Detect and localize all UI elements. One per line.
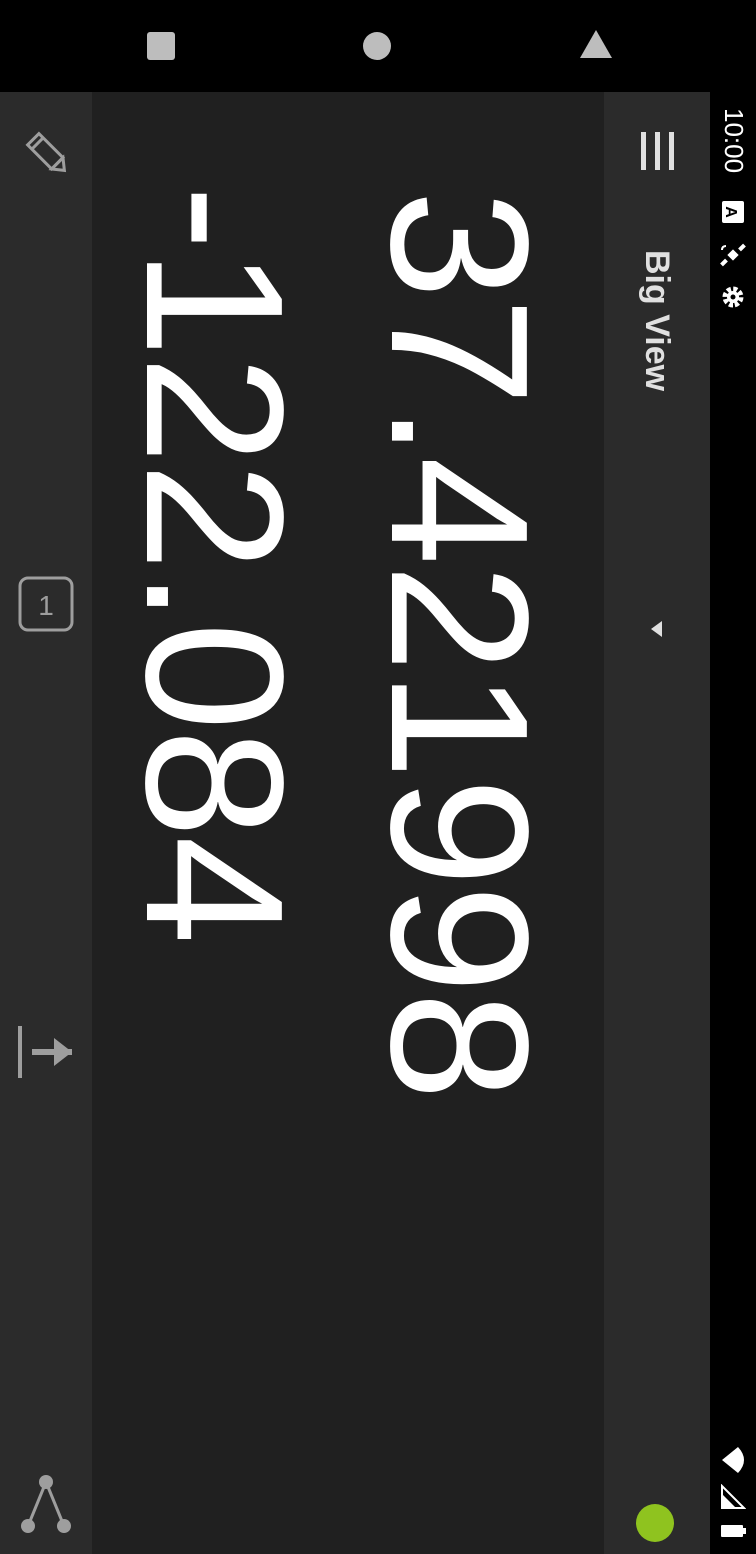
home-icon[interactable] xyxy=(361,30,393,62)
pencil-icon[interactable] xyxy=(16,122,76,182)
navigation-bar xyxy=(0,0,756,92)
go-to-arrow-icon[interactable] xyxy=(16,1022,76,1082)
recents-icon[interactable] xyxy=(145,30,177,62)
big-view-display: 37.421998 -122.084 xyxy=(92,92,604,1554)
status-bar: 10:00 A xyxy=(710,92,756,1554)
wifi-icon xyxy=(722,1447,744,1473)
rotated-canvas: 10:00 A Big View 37.421998 -122.084 1 xyxy=(0,92,756,1554)
status-time: 10:00 xyxy=(719,108,749,174)
battery-icon xyxy=(721,1525,746,1537)
page-title[interactable]: Big View xyxy=(634,250,680,391)
notification-a-icon: A xyxy=(722,201,744,223)
signal-icon xyxy=(721,1484,746,1509)
latitude-value: 37.421998 xyxy=(350,190,569,1099)
share-icon[interactable] xyxy=(16,1474,76,1534)
app-area: 10:00 A Big View 37.421998 -122.084 1 xyxy=(0,92,756,1554)
hamburger-menu-icon[interactable] xyxy=(632,126,682,176)
gps-status-indicator xyxy=(636,1504,674,1542)
settings-gear-icon xyxy=(722,286,744,308)
toolbar: Big View xyxy=(604,92,710,1554)
bottom-action-bar: 1 xyxy=(0,92,92,1554)
svg-text:A: A xyxy=(722,206,739,218)
longitude-value: -122.084 xyxy=(105,185,324,943)
svg-text:1: 1 xyxy=(38,590,54,621)
back-icon[interactable] xyxy=(578,28,614,60)
satellite-icon xyxy=(720,243,746,267)
page-one-icon[interactable]: 1 xyxy=(16,574,76,634)
dropdown-arrow-icon[interactable] xyxy=(646,618,668,640)
